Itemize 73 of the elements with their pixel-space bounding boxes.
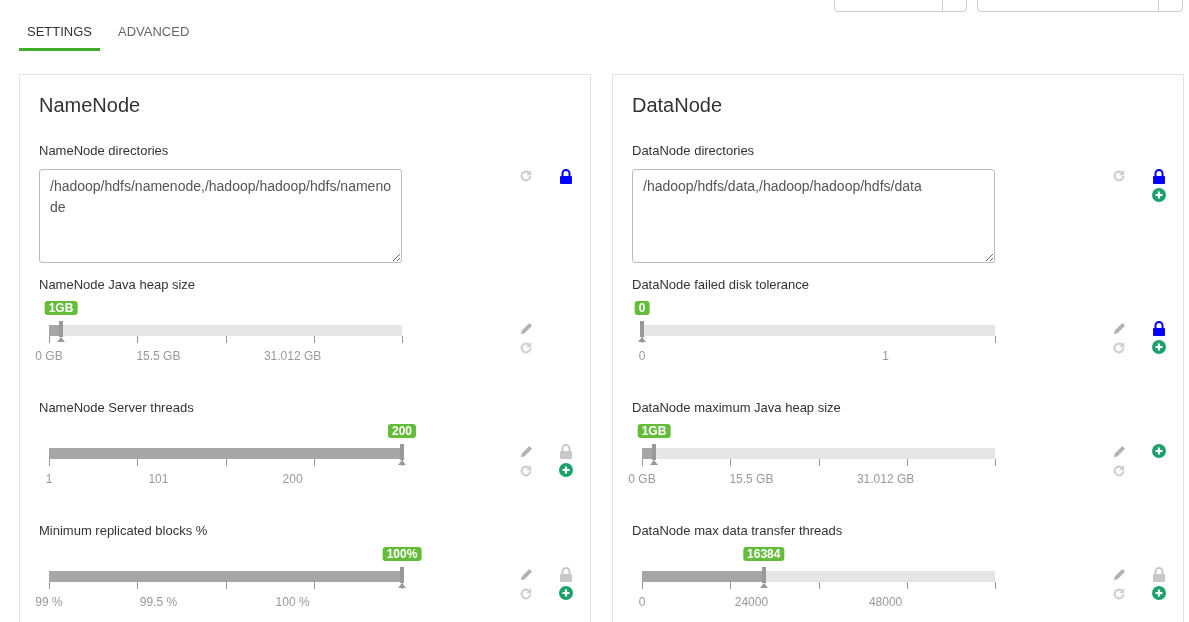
scale-label: 31.012 GB [856,470,915,488]
slider-handle[interactable] [640,320,644,337]
scale-label: 0 [638,347,646,365]
property-label: DataNode max data transfer threads [632,522,844,539]
scale-label: 48000 [868,593,903,611]
scale-label: 15.5 GB [136,347,181,365]
undo-icon[interactable] [1112,586,1126,601]
directories-field[interactable]: /hadoop/hdfs/namenode,/hadoop/hadoop/hdfs/namenode [39,168,402,263]
property-label: DataNode failed disk tolerance [632,276,811,293]
directories-field[interactable]: /hadoop/hdfs/data,/hadoop/hadoop/hdfs/data [632,168,995,263]
add-icon[interactable] [1152,585,1166,600]
slider-track[interactable] [49,447,402,459]
slider-track[interactable] [642,570,995,582]
undo-icon[interactable] [519,463,533,478]
slider-track[interactable] [49,324,402,336]
pencil-icon[interactable] [518,443,534,459]
undo-icon[interactable] [519,586,533,601]
add-icon[interactable] [559,462,573,477]
pencil-icon[interactable] [1111,320,1127,336]
undo-icon[interactable] [519,340,533,355]
value-badge: 100% [382,546,422,561]
scale-label: 99 % [35,593,63,611]
pencil-icon[interactable] [518,320,534,336]
panel-title: DataNode [632,92,724,117]
add-icon[interactable] [559,585,573,600]
slider-handle[interactable] [761,566,766,583]
panel-title: NameNode [39,92,142,117]
property-label: NameNode Server threads [39,399,195,416]
value-badge: 16384 [743,546,785,561]
value-badge: 1GB [637,423,671,438]
slider-handle[interactable] [400,566,404,583]
property-label: Minimum replicated blocks % [39,522,209,539]
slider-track[interactable] [49,570,402,582]
pencil-icon[interactable] [1111,443,1127,459]
scale-label: 1 [882,347,889,365]
scale-label: 1 [45,470,53,488]
property-label: NameNode Java heap size [39,276,197,293]
scale-label: 99.5 % [139,593,178,611]
lock-icon[interactable] [559,168,573,184]
handle-pointer-icon [759,582,768,588]
slider-handle[interactable] [400,443,404,460]
undo-icon[interactable] [1112,463,1126,478]
slider-handle[interactable] [59,320,63,337]
scale-label: 0 GB [35,347,63,365]
undo-icon[interactable] [1112,168,1126,183]
handle-pointer-icon [650,459,658,465]
scale-label: 100 % [275,593,310,611]
property-label: DataNode directories [632,142,756,159]
lock-icon[interactable] [1152,168,1166,184]
slider-track[interactable] [642,447,995,459]
scale-label: 101 [148,470,169,488]
scale-label: 0 GB [628,470,656,488]
pencil-icon[interactable] [518,566,534,582]
handle-pointer-icon [57,336,65,342]
value-badge: 1GB [44,300,78,315]
undo-icon[interactable] [1112,340,1126,355]
property-label: DataNode maximum Java heap size [632,399,842,416]
undo-icon[interactable] [519,168,533,183]
value-badge: 0 [634,300,650,315]
value-badge: 200 [388,423,416,438]
add-icon[interactable] [1152,443,1166,458]
tab[interactable]: SETTINGS [19,22,100,51]
scale-label: 15.5 GB [729,470,774,488]
scale-label: 200 [282,470,303,488]
slider-track[interactable] [642,324,995,336]
property-label: NameNode directories [39,142,170,159]
scale-label: 31.012 GB [263,347,322,365]
scale-label: 24000 [734,593,769,611]
pencil-icon[interactable] [1111,566,1127,582]
lock-icon[interactable] [1152,320,1166,336]
slider-handle[interactable] [652,443,656,460]
scale-label: 0 [638,593,646,611]
tab[interactable]: ADVANCED [110,22,198,51]
